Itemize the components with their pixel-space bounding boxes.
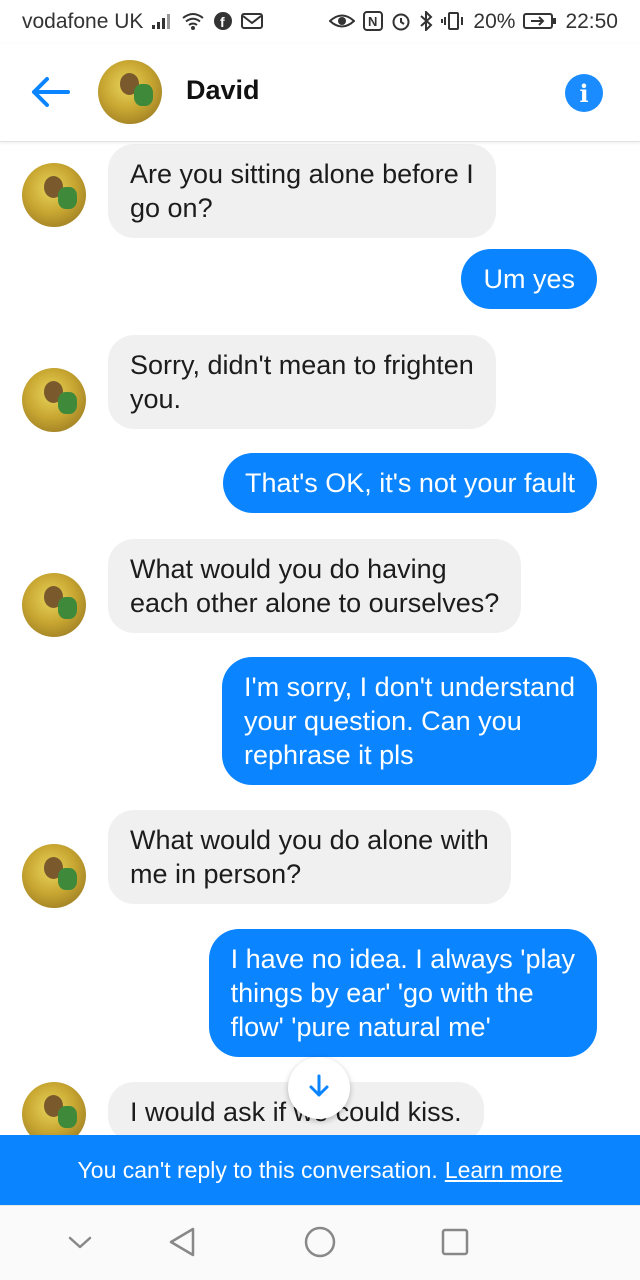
message-bubble-incoming[interactable]: What would you do having each other alon… <box>108 539 522 633</box>
svg-text:N: N <box>368 14 377 29</box>
message-line: me in person? <box>130 859 302 889</box>
contact-name[interactable]: David <box>186 75 260 106</box>
scroll-to-bottom-button[interactable] <box>288 1057 350 1119</box>
info-icon: i <box>579 78 589 108</box>
message-line: your question. Can you <box>244 706 522 736</box>
message-line: rephrase it pls <box>244 740 414 770</box>
sender-avatar[interactable] <box>22 368 86 432</box>
nfc-icon: N <box>363 10 384 34</box>
wifi-icon <box>181 11 205 34</box>
alarm-icon <box>391 11 411 34</box>
message-bubble-incoming[interactable]: What would you do alone with me in perso… <box>108 810 511 904</box>
status-bar: vodafone UK f N 20% 22:50 <box>0 0 640 44</box>
message-bubble-outgoing[interactable]: Um yes <box>461 249 597 309</box>
message-bubble-outgoing[interactable]: I have no idea. I always 'play things by… <box>208 929 597 1057</box>
home-circle-icon <box>303 1225 337 1264</box>
info-button[interactable]: i <box>565 74 603 112</box>
eye-icon <box>328 12 356 33</box>
message-line: Sorry, didn't mean to frighten <box>130 350 474 380</box>
sender-avatar[interactable] <box>22 1082 86 1135</box>
collapse-nav-button[interactable] <box>60 1224 100 1264</box>
message-line: you. <box>130 384 182 414</box>
message-line: each other alone to ourselves? <box>130 588 500 618</box>
sender-avatar[interactable] <box>22 573 86 637</box>
arrow-down-icon <box>308 1074 330 1103</box>
chevron-down-icon <box>67 1234 93 1255</box>
banner-text: You can't reply to this conversation. <box>77 1156 438 1183</box>
message-bubble-incoming[interactable]: Are you sitting alone before I go on? <box>108 144 496 238</box>
back-arrow-icon <box>30 76 70 113</box>
message-line: What would you do having <box>130 554 447 584</box>
carrier-label: vodafone UK <box>22 10 144 33</box>
message-line: things by ear' 'go with the <box>230 978 534 1008</box>
back-button[interactable] <box>28 72 72 116</box>
svg-text:f: f <box>220 14 225 30</box>
recents-nav-button[interactable] <box>435 1224 475 1264</box>
learn-more-link[interactable]: Learn more <box>445 1157 563 1184</box>
contact-avatar[interactable] <box>98 60 162 124</box>
message-line: I'm sorry, I don't understand <box>244 672 575 702</box>
back-triangle-icon <box>167 1226 197 1263</box>
facebook-icon: f <box>213 11 233 34</box>
message-line: That's OK, it's not your fault <box>245 468 575 498</box>
signal-icon <box>151 12 173 33</box>
battery-percent: 20% <box>473 10 516 33</box>
sender-avatar[interactable] <box>22 163 86 227</box>
message-bubble-outgoing[interactable]: That's OK, it's not your fault <box>223 453 597 513</box>
message-line: Are you sitting alone before I <box>130 159 474 189</box>
message-bubble-outgoing[interactable]: I'm sorry, I don't understand your quest… <box>222 657 597 785</box>
sender-avatar[interactable] <box>22 844 86 908</box>
message-list[interactable]: Are you sitting alone before I go on? Um… <box>0 142 640 1135</box>
message-line: What would you do alone with <box>130 825 489 855</box>
message-line: go on? <box>130 193 213 223</box>
home-nav-button[interactable] <box>300 1224 340 1264</box>
message-bubble-incoming[interactable]: Sorry, didn't mean to frighten you. <box>108 335 496 429</box>
bluetooth-icon <box>419 9 433 34</box>
status-left: vodafone UK f <box>22 10 264 34</box>
navigation-bar <box>0 1205 640 1280</box>
status-right: N 20% 22:50 <box>328 9 618 34</box>
cannot-reply-banner: You can't reply to this conversation. Le… <box>0 1135 640 1205</box>
message-line: Um yes <box>483 264 575 294</box>
conversation-header: David i <box>0 44 640 142</box>
message-line: I have no idea. I always 'play <box>230 944 575 974</box>
mail-icon <box>241 12 264 33</box>
battery-icon <box>523 12 557 33</box>
clock: 22:50 <box>565 10 618 33</box>
recents-square-icon <box>440 1227 470 1262</box>
back-nav-button[interactable] <box>162 1224 202 1264</box>
message-line: flow' 'pure natural me' <box>230 1012 491 1042</box>
vibrate-icon <box>441 11 465 34</box>
